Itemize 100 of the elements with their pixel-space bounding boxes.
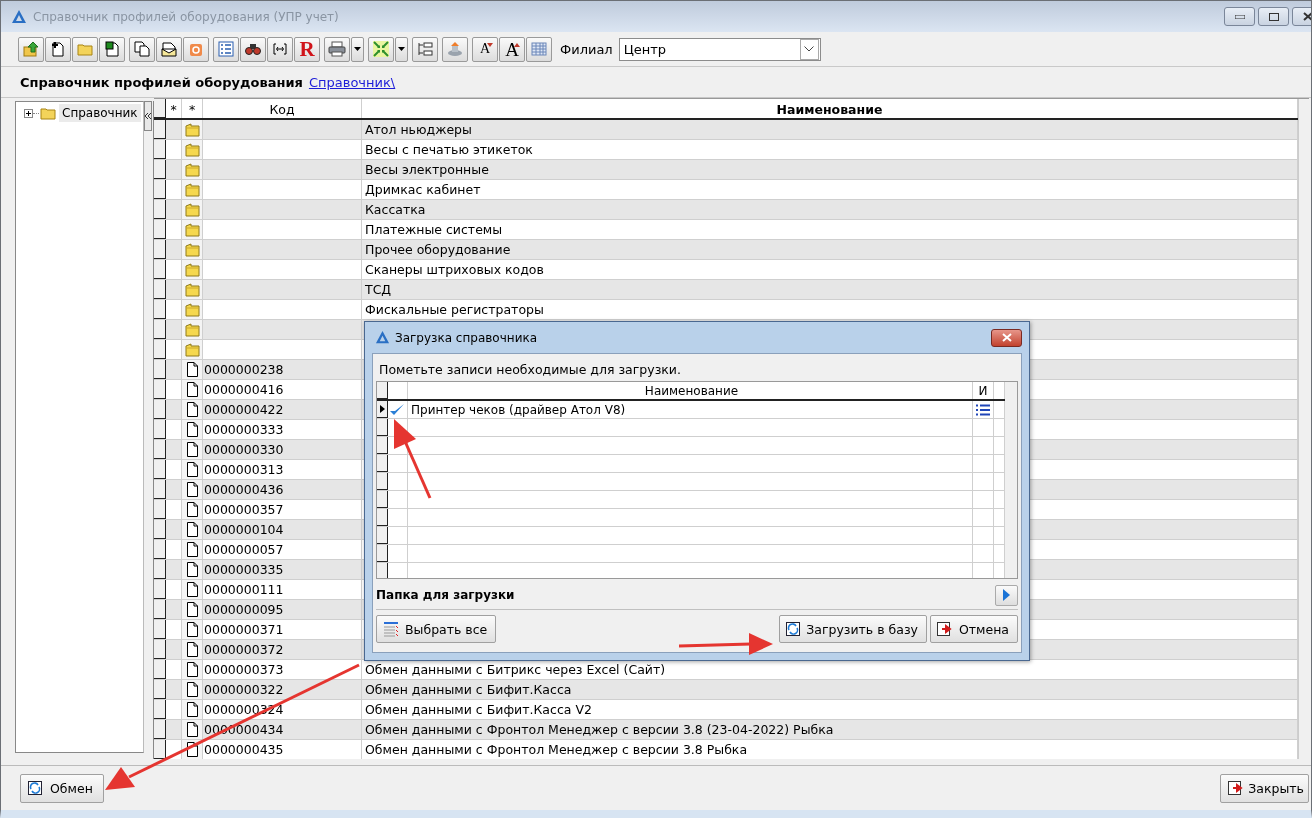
toolbar-button[interactable]: R	[294, 36, 320, 62]
dropdown-button[interactable]	[395, 36, 408, 62]
row-header[interactable]	[154, 300, 166, 319]
document-icon	[185, 661, 199, 678]
row-header[interactable]	[154, 720, 166, 739]
column-header[interactable]: *	[166, 99, 182, 118]
row-header[interactable]	[154, 200, 166, 219]
row-header[interactable]	[154, 640, 166, 659]
table-cell: 0000000111	[203, 580, 362, 599]
table-cell: 0000000416	[203, 380, 362, 399]
row-header[interactable]	[377, 527, 388, 544]
printer-icon	[328, 41, 346, 57]
row-header[interactable]	[154, 360, 166, 379]
row-header[interactable]	[154, 560, 166, 579]
toolbar-button[interactable]	[156, 36, 182, 62]
close-button[interactable]	[991, 328, 1022, 347]
checkbox[interactable]	[388, 402, 405, 417]
toolbar-button[interactable]	[99, 36, 125, 62]
load-button[interactable]: Загрузить в базу	[779, 615, 927, 643]
row-header[interactable]	[154, 340, 166, 359]
row-header[interactable]	[154, 700, 166, 719]
folder-icon	[77, 41, 93, 57]
row-header[interactable]	[377, 401, 388, 418]
row-header[interactable]	[154, 660, 166, 679]
row-header[interactable]	[377, 491, 388, 508]
delete-icon	[188, 41, 204, 57]
scrollbar[interactable]	[1298, 99, 1309, 759]
breadcrumb-link[interactable]: Справочник\	[308, 74, 396, 90]
row-header[interactable]	[154, 140, 166, 159]
toolbar-button[interactable]	[240, 36, 266, 62]
table-cell: 0000000104	[203, 520, 362, 539]
scrollbar[interactable]	[1005, 382, 1017, 578]
row-header[interactable]	[154, 280, 166, 299]
toolbar-button[interactable]	[267, 36, 293, 62]
row-header[interactable]	[154, 380, 166, 399]
row-header[interactable]	[377, 419, 388, 436]
row-header[interactable]	[154, 180, 166, 199]
row-header[interactable]	[154, 400, 166, 419]
browse-button[interactable]	[995, 584, 1018, 606]
row-header[interactable]	[154, 460, 166, 479]
list-icon[interactable]	[976, 403, 990, 416]
caret-down-icon	[354, 47, 361, 51]
row-header[interactable]	[154, 740, 166, 759]
row-header[interactable]	[154, 220, 166, 239]
table-cell: 0000000313	[203, 460, 362, 479]
exit-icon	[1228, 781, 1245, 795]
row-header[interactable]	[154, 420, 166, 439]
row-header[interactable]	[377, 473, 388, 490]
row-header[interactable]	[154, 520, 166, 539]
app-logo-icon	[375, 330, 390, 345]
row-header[interactable]	[377, 509, 388, 526]
exchange-button[interactable]: Обмен	[20, 773, 104, 803]
row-header[interactable]	[154, 320, 166, 339]
table-cell: Весы электронные	[362, 160, 1298, 179]
row-header[interactable]	[154, 580, 166, 599]
dropdown-button[interactable]	[351, 36, 364, 62]
column-header[interactable]: И	[973, 382, 994, 399]
toolbar-button[interactable]	[129, 36, 155, 62]
row-header[interactable]	[377, 437, 388, 454]
row-header[interactable]	[154, 99, 166, 118]
table-cell: 0000000330	[203, 440, 362, 459]
row-header[interactable]	[154, 600, 166, 619]
document-icon	[185, 521, 199, 538]
column-header[interactable]: *	[182, 99, 203, 118]
toolbar-button[interactable]	[45, 36, 71, 62]
table-cell: 0000000057	[203, 540, 362, 559]
expand-icon[interactable]	[24, 108, 33, 118]
column-header[interactable]: Код	[203, 99, 362, 118]
row-header[interactable]	[154, 480, 166, 499]
tree-item[interactable]: Справочник	[59, 104, 141, 122]
row-header[interactable]	[154, 440, 166, 459]
document-icon	[185, 441, 199, 458]
maximize-button[interactable]	[1258, 7, 1289, 26]
branch-select[interactable]: Центр	[618, 37, 821, 61]
row-header[interactable]	[154, 160, 166, 179]
document-icon	[185, 541, 199, 558]
row-header[interactable]	[377, 455, 388, 472]
exchange-icon	[28, 781, 42, 795]
row-header[interactable]	[154, 120, 166, 139]
column-header[interactable]: Наименование	[408, 382, 973, 399]
double-chevron-left-icon	[145, 113, 151, 119]
row-header[interactable]	[154, 260, 166, 279]
folder-up-icon	[23, 41, 39, 57]
row-header[interactable]	[154, 620, 166, 639]
row-header[interactable]	[154, 500, 166, 519]
row-header[interactable]	[154, 540, 166, 559]
row-header[interactable]	[377, 563, 388, 578]
row-header[interactable]	[377, 545, 388, 562]
row-header[interactable]	[154, 680, 166, 699]
close-window-button[interactable]: Закрыть	[1220, 773, 1309, 803]
table-cell: 0000000373	[203, 660, 362, 679]
collapse-button[interactable]	[144, 101, 152, 131]
app-logo-icon	[11, 8, 27, 25]
select-all-button[interactable]: Выбрать все	[376, 615, 497, 643]
cancel-button[interactable]: Отмена	[929, 615, 1018, 643]
row-header[interactable]	[377, 382, 388, 399]
row-header[interactable]	[154, 240, 166, 259]
toolbar-button[interactable]: A	[499, 36, 525, 62]
save-document-icon	[104, 41, 120, 57]
toolbar-button[interactable]: A	[472, 36, 498, 62]
